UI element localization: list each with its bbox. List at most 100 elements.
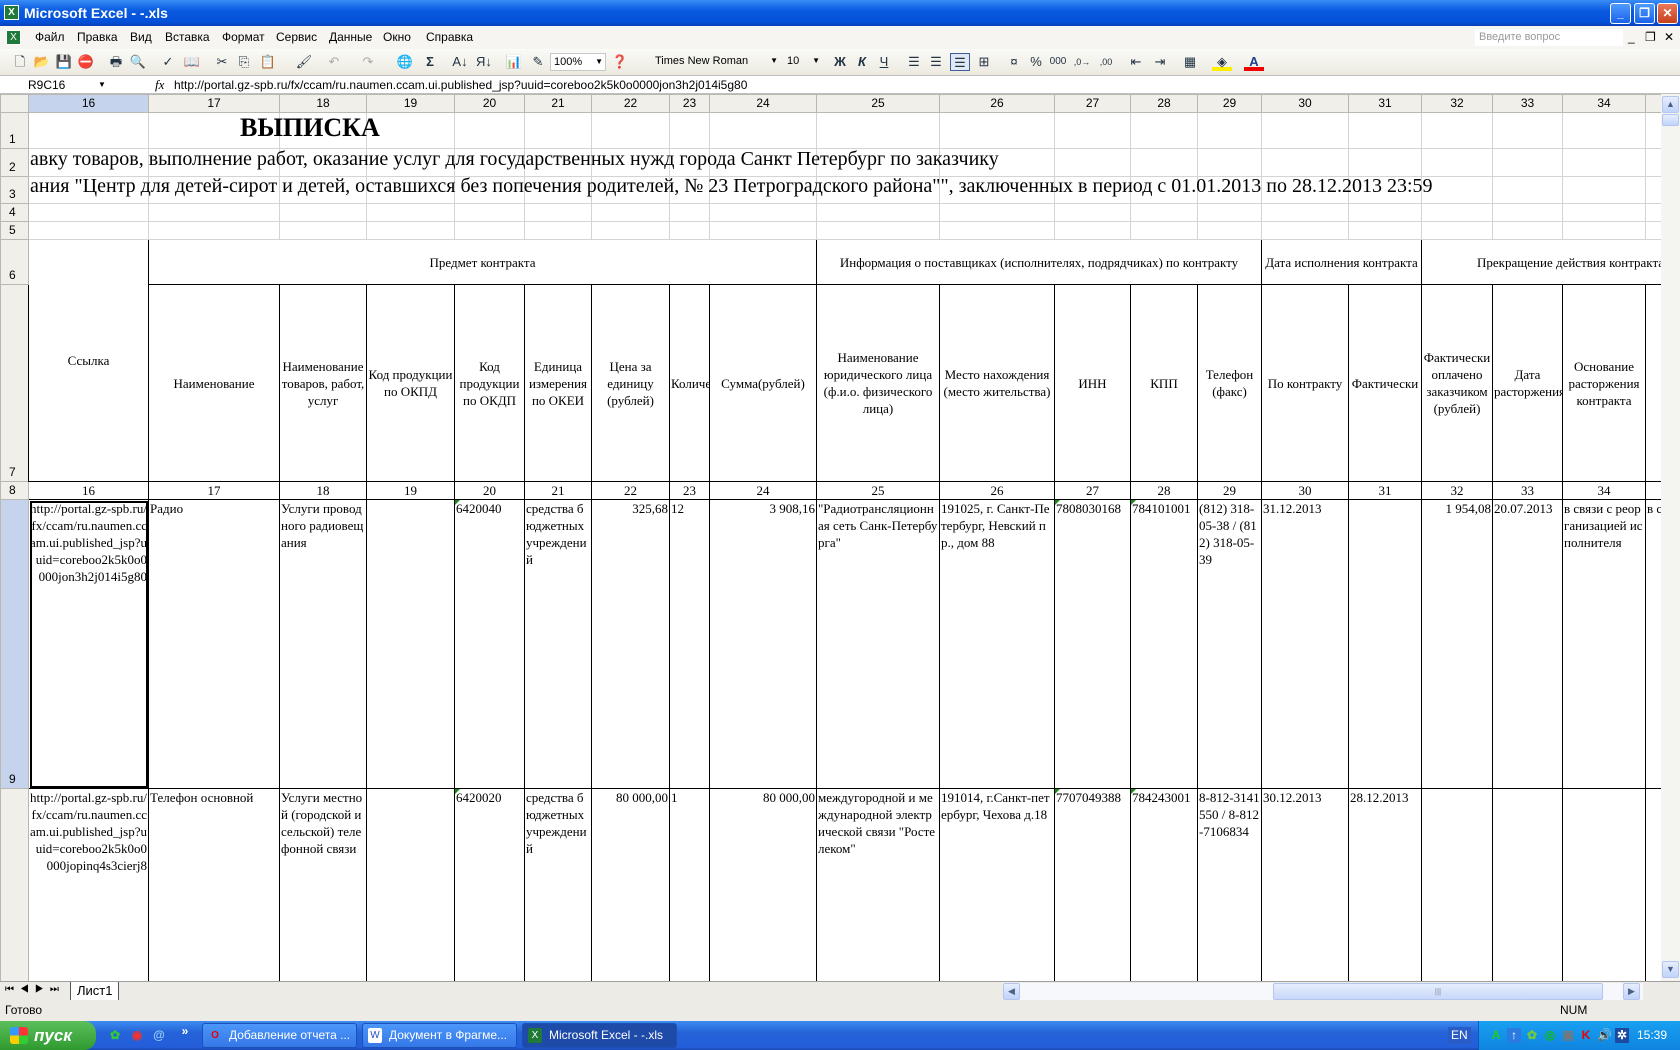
hyperlink-icon[interactable]: 🌐 [395,53,415,71]
column-number[interactable]: 25 [816,481,940,500]
grid-cell[interactable] [1348,203,1422,222]
grid-cell[interactable] [1562,112,1646,149]
grid-cell[interactable] [1562,221,1646,240]
align-left-icon[interactable]: ☰ [904,53,924,71]
horizontal-scrollbar[interactable]: ◀ ||| ▶ [1003,983,1643,1000]
grid-cell[interactable] [591,221,670,240]
data-cell[interactable]: 784243001 [1130,788,1198,981]
column-header[interactable]: 32 [1421,94,1493,113]
column-title[interactable]: Ос и [1645,284,1661,482]
data-cell[interactable]: 325,68 [591,499,670,789]
column-header[interactable]: 31 [1348,94,1422,113]
taskbar-item-word[interactable]: W Документ в Фрагме... [362,1023,517,1048]
column-number[interactable]: 30 [1261,481,1349,500]
column-number[interactable]: 29 [1197,481,1262,500]
italic-button[interactable]: К [852,53,872,71]
merge-center-icon[interactable]: ⊞ [974,53,994,71]
grid-cell[interactable] [939,112,1055,149]
grid-cell[interactable] [1421,112,1493,149]
row-header[interactable]: 8 [0,481,29,500]
grid-cell[interactable] [279,221,367,240]
header-link[interactable]: Ссылка [28,239,149,482]
column-header[interactable]: 21 [524,94,592,113]
vertical-scrollbar[interactable]: ▲ ▼ [1661,94,1680,981]
data-cell[interactable] [1645,788,1661,981]
grid-cell[interactable] [669,221,710,240]
grid-cell[interactable] [1054,112,1131,149]
grid-cell[interactable] [591,203,670,222]
data-cell[interactable]: средства бюджетных учреждений [524,788,592,981]
column-number[interactable]: 23 [669,481,710,500]
scroll-right-button[interactable]: ▶ [1623,983,1640,1000]
grid-cell[interactable] [366,221,455,240]
grid-cell[interactable] [28,203,149,222]
column-number[interactable]: 21 [524,481,592,500]
sheet-tab-list1[interactable]: Лист1 [70,982,120,1000]
column-title[interactable]: Единица измерения по ОКЕИ [524,284,592,482]
column-number[interactable]: 27 [1054,481,1131,500]
decrease-decimal-icon[interactable]: ,00 [1096,53,1116,71]
grid-cell[interactable] [1492,112,1563,149]
column-number[interactable]: 26 [939,481,1055,500]
currency-icon[interactable]: ¤ [1004,53,1024,71]
spelling-icon[interactable]: ✓ [158,53,178,71]
column-title[interactable]: ИНН [1054,284,1131,482]
horizontal-scroll-thumb[interactable]: ||| [1273,983,1603,1000]
column-number[interactable]: 33 [1492,481,1563,500]
increase-indent-icon[interactable]: ⇥ [1150,53,1170,71]
column-header[interactable]: 25 [816,94,940,113]
grid-cell[interactable] [1054,203,1131,222]
cut-icon[interactable]: ✂ [212,53,232,71]
align-right-icon[interactable]: ☰ [950,53,970,71]
icq-icon[interactable]: ✿ [108,1028,122,1043]
help-icon[interactable]: ❓ [610,53,630,71]
grid-cell[interactable] [816,203,940,222]
column-number[interactable] [1645,481,1661,500]
scroll-left-button[interactable]: ◀ [1003,983,1020,1000]
grid-cell[interactable] [1348,148,1422,177]
grid-cell[interactable] [1130,112,1198,149]
column-number[interactable]: 17 [148,481,280,500]
data-cell[interactable]: 784101001 [1130,499,1198,789]
bluetooth-icon[interactable]: ✲ [1615,1028,1629,1043]
data-cell[interactable]: Радио [148,499,280,789]
zoom-select[interactable]: 100% ▼ [550,53,606,71]
grid-cell[interactable] [1421,221,1493,240]
grid-cell[interactable] [524,112,592,149]
menu-view[interactable]: Вид [130,26,152,49]
column-header[interactable]: 29 [1197,94,1262,113]
column-title[interactable]: Основание расторжения контракта [1562,284,1646,482]
data-cell[interactable]: 7808030168 [1054,499,1131,789]
grid-cell[interactable] [709,203,817,222]
sheet-nav-arrows-icon[interactable]: ⏮◀▶⏭ [5,984,65,995]
data-cell[interactable]: 80 000,00 [591,788,670,981]
row-header[interactable]: 6 [0,239,29,285]
data-cell[interactable] [1348,499,1422,789]
grid-cell[interactable] [816,112,940,149]
increase-decimal-icon[interactable]: ,0→ [1072,53,1092,71]
menu-edit[interactable]: Правка [77,26,118,49]
column-number[interactable]: 32 [1421,481,1493,500]
column-number[interactable]: 16 [28,481,149,500]
grid-cell[interactable] [1197,148,1262,177]
grid-cell[interactable] [454,203,525,222]
grid-cell[interactable] [669,203,710,222]
data-cell[interactable]: Услуги проводного радиовещания [279,499,367,789]
contract-link-cell[interactable]: http://portal.gz-spb.ru/fx/ccam/ru.naume… [28,788,149,981]
save-icon[interactable]: 💾 [54,53,74,71]
menu-tools[interactable]: Сервис [276,26,317,49]
data-cell[interactable]: 6420040 [454,499,525,789]
column-number[interactable]: 31 [1348,481,1422,500]
grid-cell[interactable] [1197,203,1262,222]
data-cell[interactable]: 20.07.2013 [1492,499,1563,789]
grid-cell[interactable] [28,221,149,240]
autosum-icon[interactable]: Σ [420,53,440,71]
row-header[interactable]: 7 [0,284,29,482]
column-title[interactable]: Цена за единицу (рублей) [591,284,670,482]
column-header[interactable]: 20 [454,94,525,113]
grid-cell[interactable] [1130,221,1198,240]
column-number[interactable]: 24 [709,481,817,500]
ask-question-input[interactable]: Введите вопрос [1475,29,1623,46]
undo-icon[interactable]: ↶ [324,53,344,71]
sort-ascending-icon[interactable]: A↓ [450,53,470,71]
